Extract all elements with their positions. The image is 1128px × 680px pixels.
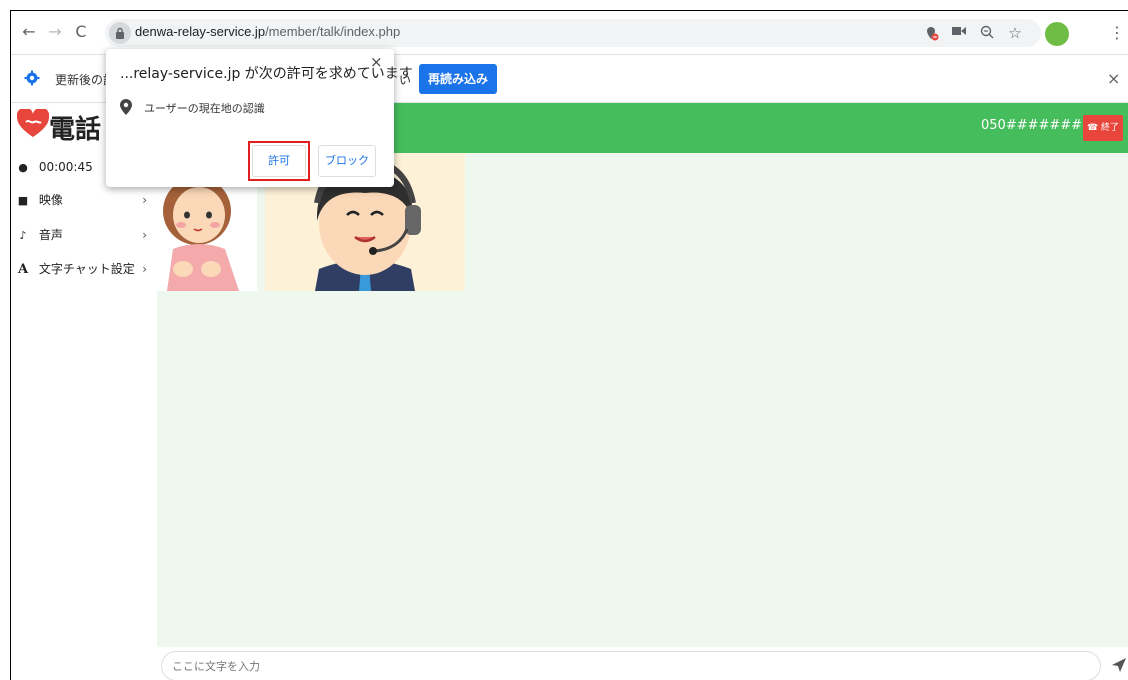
logo-text: 電話 <box>49 115 102 145</box>
chevron-right-icon: › <box>142 228 147 242</box>
bookmark-star-icon[interactable]: ☆ <box>1007 25 1023 41</box>
permission-request: ユーザーの現在地の認識 <box>144 102 265 115</box>
zoom-icon[interactable] <box>979 25 995 41</box>
chevron-right-icon: › <box>142 262 147 276</box>
url-path: /member/talk/index.php <box>265 24 401 39</box>
font-icon: A <box>17 262 29 277</box>
end-call-button[interactable]: ☎ 終了 <box>1083 115 1123 141</box>
chat-bar <box>157 647 1128 680</box>
sidebar-item-label: 文字チャット設定 <box>38 262 135 276</box>
url-text[interactable]: denwa-relay-service.jp/member/talk/index… <box>135 24 400 39</box>
permission-popup: ...relay-service.jp が次の許可を求めています × ユーザーの… <box>106 49 413 187</box>
close-icon[interactable]: × <box>370 53 383 71</box>
sidebar-item-label: 音声 <box>38 228 63 242</box>
address-bar[interactable]: denwa-relay-service.jp/member/talk/index… <box>105 19 1041 47</box>
sidebar-item-video[interactable]: ■ 映像 › <box>15 188 153 212</box>
chat-input[interactable] <box>161 651 1101 680</box>
lock-icon[interactable] <box>109 22 131 44</box>
infobar-close-icon[interactable]: × <box>1107 69 1120 88</box>
profile-avatar[interactable] <box>1045 22 1069 46</box>
timer-text: 00:00:45 <box>38 160 93 174</box>
gear-icon <box>24 70 40 86</box>
phone-number: 050######## <box>981 118 1093 133</box>
clock-icon: ● <box>18 161 28 174</box>
video-camera-icon: ■ <box>17 194 29 207</box>
block-button[interactable]: ブロック <box>318 145 376 177</box>
sidebar-item-label: 映像 <box>38 193 63 207</box>
forward-icon[interactable]: → <box>45 22 65 42</box>
end-call-icon: ☎ <box>1086 123 1099 133</box>
back-icon[interactable]: ← <box>19 22 39 42</box>
browser-window: ← → C denwa-relay-service.jp/member/talk… <box>10 10 1128 680</box>
end-call-label: 終了 <box>1101 123 1120 133</box>
camera-icon[interactable] <box>951 25 967 41</box>
url-host: denwa-relay-service.jp <box>135 24 266 39</box>
permission-title: ...relay-service.jp が次の許可を求めています <box>120 66 413 82</box>
send-icon[interactable] <box>1111 657 1127 673</box>
sidebar-item-text-chat-settings[interactable]: A 文字チャット設定 › <box>15 257 153 281</box>
sidebar: ● 00:00:45 ■ 映像 › ♪ 音声 › A 文字チャット設定 › <box>11 153 157 680</box>
microphone-icon: ♪ <box>19 229 27 242</box>
sidebar-item-audio[interactable]: ♪ 音声 › <box>15 223 153 247</box>
menu-kebab-icon[interactable]: ⋮ <box>1109 23 1125 42</box>
chevron-right-icon: › <box>142 193 147 207</box>
allow-button[interactable]: 許可 <box>252 145 306 177</box>
location-blocked-icon[interactable] <box>923 25 939 41</box>
location-pin-icon <box>120 99 132 115</box>
heart-logo-icon <box>17 109 49 137</box>
reload-button[interactable]: 再読み込み <box>419 64 497 94</box>
reload-icon[interactable]: C <box>71 22 91 42</box>
